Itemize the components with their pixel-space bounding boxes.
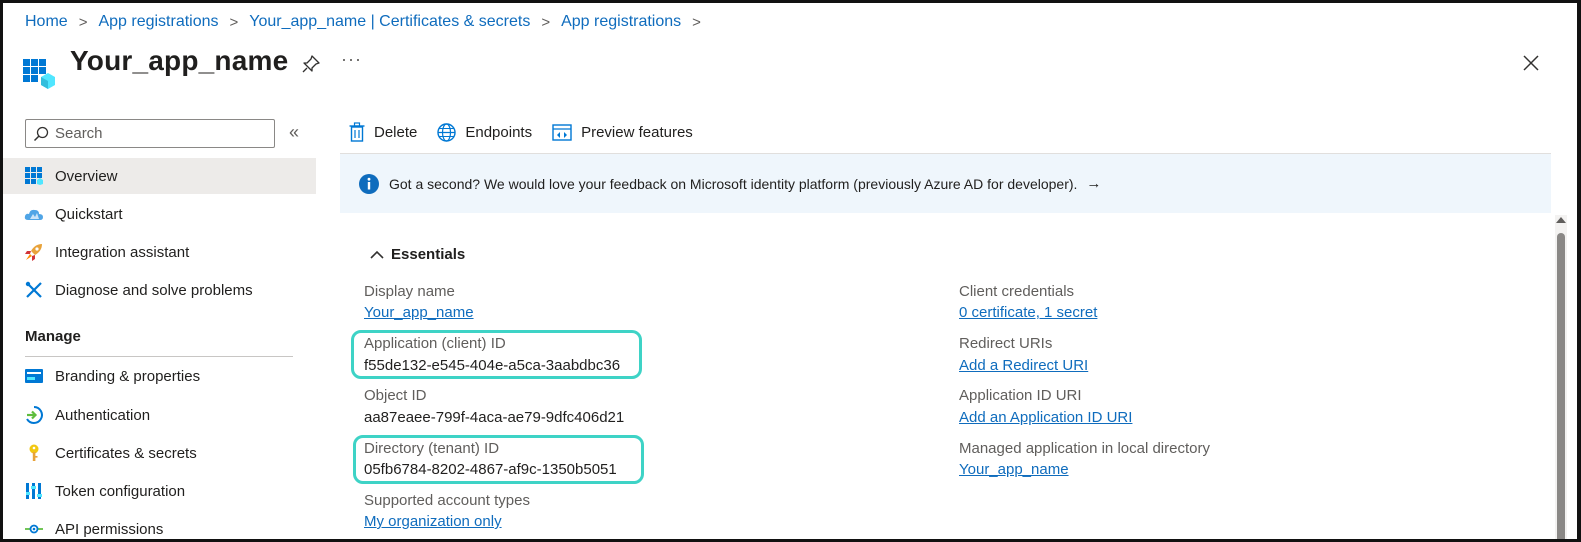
sidebar-item-label: Certificates & secrets bbox=[55, 444, 197, 462]
sidebar-item-label: Quickstart bbox=[55, 205, 123, 223]
sidebar-item-label: Branding & properties bbox=[55, 367, 201, 385]
account-types-label: Supported account types bbox=[364, 492, 530, 509]
object-id-label: Object ID bbox=[364, 387, 427, 404]
preview-features-label: Preview features bbox=[581, 123, 693, 141]
chevron-right-icon: > bbox=[541, 13, 551, 31]
breadcrumb-certificates-secrets[interactable]: Your_app_name | Certificates & secrets bbox=[249, 13, 530, 31]
preview-features-icon bbox=[552, 123, 572, 141]
delete-label: Delete bbox=[374, 123, 418, 141]
redirect-uris-link[interactable]: Add a Redirect URI bbox=[959, 357, 1088, 374]
section-divider bbox=[25, 356, 293, 357]
breadcrumb-app-registrations-2[interactable]: App registrations bbox=[561, 13, 681, 31]
sidebar-item-label: Integration assistant bbox=[55, 243, 190, 261]
breadcrumb-app-registrations[interactable]: App registrations bbox=[98, 13, 218, 31]
sidebar-item-quickstart[interactable]: Quickstart bbox=[3, 196, 316, 232]
close-icon[interactable] bbox=[1522, 54, 1540, 72]
client-credentials-label: Client credentials bbox=[959, 283, 1075, 300]
object-id-value[interactable]: aa87eaee-799f-4aca-ae79-9dfc406d21 bbox=[364, 409, 624, 426]
essentials-toggle[interactable]: Essentials bbox=[370, 246, 465, 263]
key-icon bbox=[23, 442, 45, 464]
search-box[interactable] bbox=[25, 119, 275, 148]
redirect-uris-label: Redirect URIs bbox=[959, 335, 1053, 352]
chevron-right-icon: > bbox=[78, 13, 88, 31]
info-icon bbox=[359, 173, 379, 194]
app-window: Home > App registrations > Your_app_name… bbox=[0, 0, 1581, 542]
authentication-icon bbox=[23, 404, 45, 426]
application-id-uri-link[interactable]: Add an Application ID URI bbox=[959, 409, 1132, 426]
sidebar-item-token-configuration[interactable]: Token configuration bbox=[3, 473, 316, 509]
sidebar-item-integration-assistant[interactable]: Integration assistant bbox=[3, 234, 316, 270]
endpoints-label: Endpoints bbox=[465, 123, 533, 141]
arrow-right-icon[interactable]: → bbox=[1086, 175, 1101, 192]
managed-application-link[interactable]: Your_app_name bbox=[959, 461, 1069, 478]
sidebar-item-overview[interactable]: Overview bbox=[3, 158, 316, 194]
breadcrumb: Home > App registrations > Your_app_name… bbox=[25, 13, 712, 31]
rocket-icon bbox=[23, 241, 45, 263]
collapse-sidebar-button[interactable]: « bbox=[289, 122, 299, 143]
overview-grid-icon bbox=[23, 165, 45, 187]
manage-section-title: Manage bbox=[25, 328, 81, 345]
sidebar-item-branding[interactable]: Branding & properties bbox=[3, 358, 316, 394]
quickstart-cloud-icon bbox=[23, 203, 45, 225]
breadcrumb-home[interactable]: Home bbox=[25, 13, 68, 31]
sidebar-item-label: Authentication bbox=[55, 406, 151, 424]
branding-card-icon bbox=[23, 365, 45, 387]
sidebar-item-label: API permissions bbox=[55, 520, 164, 538]
feedback-text: Got a second? We would love your feedbac… bbox=[389, 175, 1078, 192]
search-icon bbox=[33, 126, 49, 141]
account-types-link[interactable]: My organization only bbox=[364, 513, 502, 530]
wrench-icon bbox=[23, 279, 45, 301]
search-input[interactable] bbox=[55, 125, 255, 142]
chevron-up-icon bbox=[370, 250, 384, 259]
feedback-banner[interactable]: Got a second? We would love your feedbac… bbox=[340, 154, 1551, 213]
client-id-highlight bbox=[351, 330, 642, 379]
display-name-link[interactable]: Your_app_name bbox=[364, 304, 474, 321]
sidebar-item-diagnose[interactable]: Diagnose and solve problems bbox=[3, 272, 316, 308]
display-name-label: Display name bbox=[364, 283, 455, 300]
trash-icon bbox=[349, 122, 365, 142]
sidebar-item-label: Token configuration bbox=[55, 482, 186, 500]
app-grid-icon bbox=[23, 59, 55, 89]
sidebar-item-api-permissions[interactable]: API permissions bbox=[3, 511, 316, 539]
more-options-button[interactable]: ··· bbox=[341, 49, 362, 70]
sidebar-item-authentication[interactable]: Authentication bbox=[3, 397, 316, 433]
chevron-right-icon: > bbox=[229, 13, 239, 31]
sidebar-item-certificates[interactable]: Certificates & secrets bbox=[3, 435, 316, 471]
preview-features-button[interactable]: Preview features bbox=[552, 124, 693, 141]
client-credentials-link[interactable]: 0 certificate, 1 secret bbox=[959, 304, 1097, 321]
sidebar-item-label: Overview bbox=[55, 167, 118, 185]
delete-button[interactable]: Delete bbox=[349, 122, 417, 142]
globe-icon bbox=[437, 122, 457, 142]
managed-application-label: Managed application in local directory bbox=[959, 440, 1210, 457]
endpoints-button[interactable]: Endpoints bbox=[437, 122, 533, 142]
tenant-id-highlight bbox=[353, 435, 644, 484]
essentials-title: Essentials bbox=[391, 246, 466, 263]
application-id-uri-label: Application ID URI bbox=[959, 387, 1082, 404]
scroll-up-arrow-icon[interactable] bbox=[1556, 217, 1566, 223]
token-bars-icon bbox=[23, 480, 45, 502]
scrollbar-thumb[interactable] bbox=[1557, 233, 1565, 539]
page-title: Your_app_name bbox=[70, 45, 289, 76]
pin-icon[interactable] bbox=[302, 55, 320, 73]
api-permissions-icon bbox=[23, 518, 45, 539]
chevron-right-icon: > bbox=[692, 13, 701, 31]
sidebar-item-label: Diagnose and solve problems bbox=[55, 281, 253, 299]
command-bar: Delete Endpoints Preview features bbox=[349, 122, 713, 142]
